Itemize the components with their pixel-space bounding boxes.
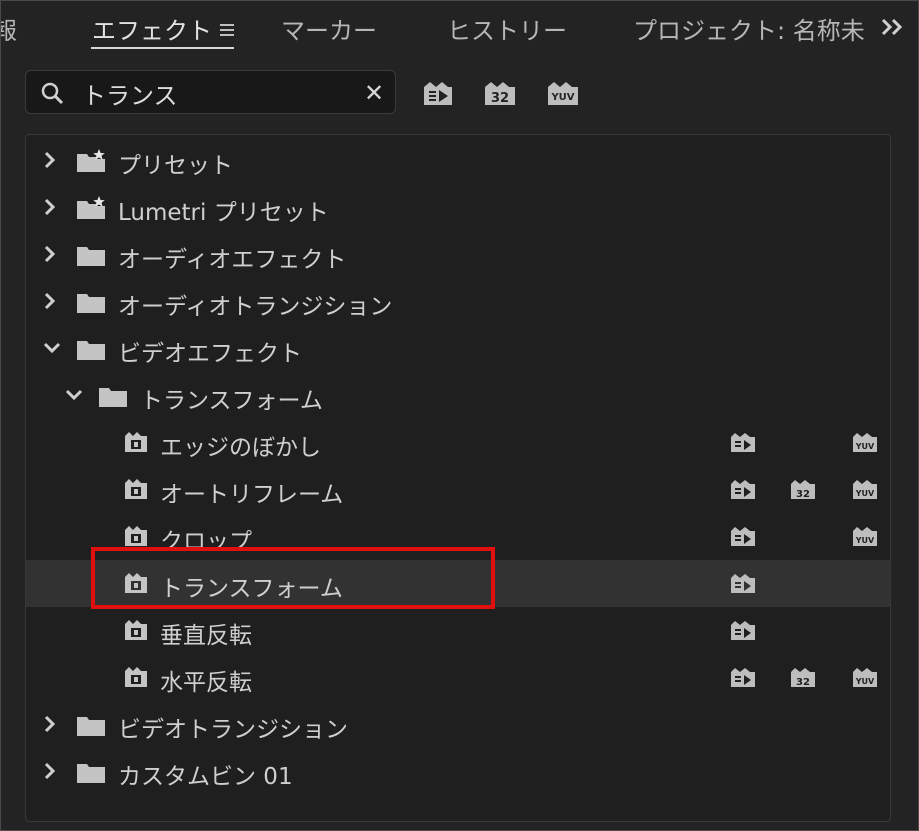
chevron-right-icon[interactable] — [40, 150, 60, 170]
effect-icon — [125, 573, 147, 593]
search-input[interactable] — [80, 77, 374, 109]
yuv-badge-text: YUV — [855, 489, 875, 498]
chevron-right-icon[interactable] — [40, 291, 60, 311]
accelerated-badge-icon — [731, 574, 755, 593]
yuv-badge-text: YUV — [855, 442, 875, 451]
tree-item-presets[interactable]: プリセット — [26, 137, 890, 184]
tree-item-label: オーディオエフェクト — [118, 247, 347, 273]
folder-icon — [77, 294, 105, 313]
chevron-right-icon[interactable] — [40, 714, 60, 734]
tab-effects[interactable]: エフェクト — [92, 11, 234, 46]
preset-folder-star-icon — [77, 149, 105, 172]
yuv-badge-text: YUV — [855, 677, 875, 686]
effect-item-auto-reframe[interactable]: オートリフレーム 32 YUV — [26, 466, 890, 513]
effect-item-label: オートリフレーム — [160, 482, 344, 508]
chevron-right-icon[interactable] — [40, 244, 60, 264]
yuv-filter-text: YUV — [550, 92, 574, 103]
effect-item-label: 水平反転 — [160, 670, 252, 696]
tab-effects-label: エフェクト — [92, 17, 212, 45]
effect-item-crop[interactable]: クロップ YUV — [26, 513, 890, 560]
effect-item-transform[interactable]: トランスフォーム — [26, 560, 890, 607]
32bit-badge-icon: 32 — [791, 668, 815, 688]
accelerated-effects-filter-icon[interactable] — [421, 79, 455, 107]
tab-bar: 報 エフェクト マーカー ヒストリー プロジェクト: 名称未 — [1, 1, 919, 53]
tree-item-audio-effects[interactable]: オーディオエフェクト — [26, 231, 890, 278]
effect-icon — [125, 526, 147, 546]
tree-item-label: プリセット — [118, 153, 233, 179]
effects-panel: 報 エフェクト マーカー ヒストリー プロジェクト: 名称未 ✕ 32 YUV — [0, 0, 919, 831]
32bit-filter-text: 32 — [491, 91, 509, 106]
effect-item-label: エッジのぼかし — [160, 435, 321, 461]
tree-item-label: Lumetri プリセット — [118, 200, 329, 226]
accelerated-badge-icon — [731, 668, 755, 687]
effect-icon — [125, 479, 147, 499]
32bit-badge-text: 32 — [796, 489, 810, 500]
tree-item-video-transitions[interactable]: ビデオトランジション — [26, 701, 890, 748]
effect-icon — [125, 432, 147, 452]
tab-project[interactable]: プロジェクト: 名称未 — [633, 11, 866, 46]
effect-icon — [125, 620, 147, 640]
yuv-badge-icon: YUV — [853, 668, 877, 687]
folder-icon — [77, 341, 105, 360]
32bit-badge-text: 32 — [796, 677, 810, 688]
effect-item-edge-feather[interactable]: エッジのぼかし YUV — [26, 419, 890, 466]
yuv-filter-icon[interactable]: YUV — [546, 79, 580, 107]
active-tab-indicator — [91, 47, 234, 49]
accelerated-badge-icon — [731, 621, 755, 640]
effect-item-label: クロップ — [160, 529, 252, 555]
accelerated-badge-icon — [731, 433, 755, 452]
chevron-right-icon[interactable] — [40, 761, 60, 781]
effect-item-label: トランスフォーム — [160, 576, 343, 602]
search-icon — [41, 82, 64, 105]
chevron-down-icon[interactable] — [64, 385, 84, 405]
tab-history[interactable]: ヒストリー — [447, 11, 567, 46]
32bit-filter-icon[interactable]: 32 — [483, 79, 517, 107]
search-field[interactable]: ✕ — [25, 70, 396, 114]
effect-item-vertical-flip[interactable]: 垂直反転 — [26, 607, 890, 654]
tree-item-label: ビデオトランジション — [118, 717, 348, 743]
overflow-chevrons-icon[interactable] — [879, 13, 907, 41]
tree-item-custom-bin[interactable]: カスタムビン 01 — [26, 748, 890, 795]
folder-icon — [77, 764, 105, 783]
hamburger-menu-icon[interactable] — [220, 23, 234, 37]
preset-folder-star-icon — [77, 196, 105, 219]
chevron-right-icon[interactable] — [40, 197, 60, 217]
accelerated-badge-icon — [731, 527, 755, 546]
effect-item-horizontal-flip[interactable]: 水平反転 32 YUV — [26, 654, 890, 701]
tree-item-audio-transitions[interactable]: オーディオトランジション — [26, 278, 890, 325]
tab-info-label: 報 — [1, 17, 17, 45]
tree-item-label: カスタムビン 01 — [118, 764, 293, 790]
folder-icon — [77, 717, 105, 736]
yuv-badge-icon: YUV — [853, 433, 877, 452]
clear-search-icon[interactable]: ✕ — [364, 79, 384, 107]
32bit-badge-icon: 32 — [791, 480, 815, 500]
tab-info-partial[interactable]: 報 — [1, 11, 17, 46]
yuv-badge-icon: YUV — [853, 527, 877, 546]
tree-item-label: ビデオエフェクト — [118, 341, 302, 367]
tree-item-lumetri-presets[interactable]: Lumetri プリセット — [26, 184, 890, 231]
tree-item-label: オーディオトランジション — [118, 294, 393, 320]
effect-item-label: 垂直反転 — [160, 623, 252, 649]
folder-icon — [77, 247, 105, 266]
folder-icon — [99, 388, 127, 407]
tree-item-label: トランスフォーム — [140, 388, 323, 414]
effects-tree: プリセット Lumetri プリセット オーディオエフェクト オーディオトランジ… — [25, 134, 891, 822]
accelerated-badge-icon — [731, 480, 755, 499]
chevron-down-icon[interactable] — [42, 338, 62, 358]
yuv-badge-icon: YUV — [853, 480, 877, 499]
tab-markers[interactable]: マーカー — [281, 11, 377, 46]
yuv-badge-text: YUV — [855, 536, 875, 545]
tree-item-transform-folder[interactable]: トランスフォーム — [26, 372, 890, 419]
tree-item-video-effects[interactable]: ビデオエフェクト — [26, 325, 890, 372]
effect-icon — [125, 667, 147, 687]
